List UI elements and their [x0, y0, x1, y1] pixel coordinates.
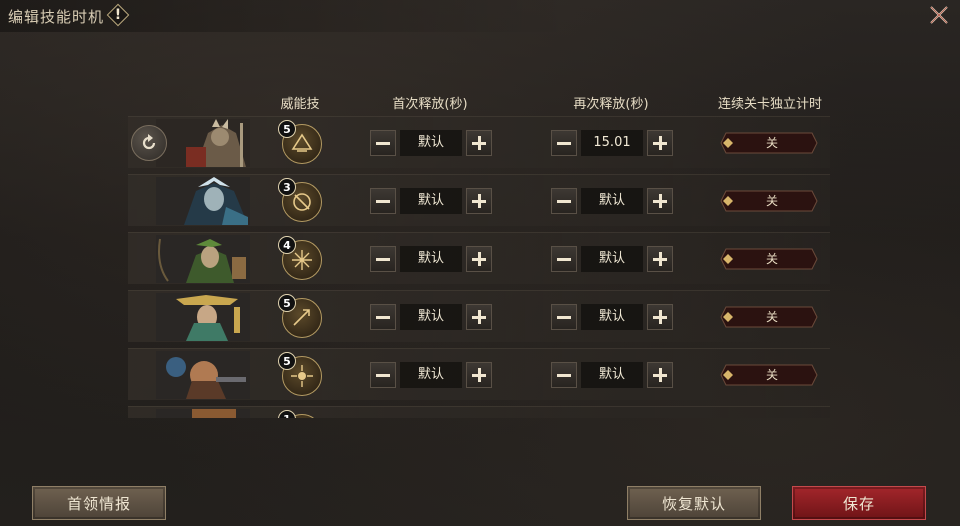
plus-icon[interactable]: [466, 362, 492, 388]
column-header-re-release: 再次释放(秒): [573, 97, 649, 112]
skill-icon[interactable]: 1: [278, 410, 324, 418]
minus-icon[interactable]: [551, 130, 577, 156]
column-header-independent-timer: 连续关卡独立计时: [717, 97, 823, 112]
skill-level-badge: 4: [278, 236, 296, 254]
first-release-value[interactable]: 默认: [400, 188, 462, 214]
plus-icon[interactable]: [647, 188, 673, 214]
re-release-stepper: 默认: [551, 362, 673, 388]
toggle-state-label: 关: [765, 252, 778, 266]
minus-icon[interactable]: [370, 362, 396, 388]
toggle-state-label: 关: [765, 194, 778, 208]
minus-icon[interactable]: [551, 304, 577, 330]
skill-icon[interactable]: 5: [278, 120, 324, 166]
hero-portrait[interactable]: [156, 177, 250, 225]
top-bar: [0, 0, 960, 32]
hero-row: 5 默认 默认 关: [128, 290, 830, 342]
skill-level-badge: 5: [278, 352, 296, 370]
re-release-stepper: 默认: [551, 304, 673, 330]
hero-row: 1: [128, 406, 830, 418]
skill-timing-list[interactable]: 5 默认 15.01 关 3 默认 默认 关 4 默认 默认 关 5 默认 默认…: [128, 114, 830, 418]
minus-icon[interactable]: [370, 130, 396, 156]
minus-icon[interactable]: [551, 188, 577, 214]
column-header-skill: 威能技: [280, 97, 320, 112]
skill-icon[interactable]: 5: [278, 352, 324, 398]
skill-icon[interactable]: 5: [278, 294, 324, 340]
boss-info-button[interactable]: 首领情报: [32, 486, 166, 520]
first-release-stepper: 默认: [370, 246, 492, 272]
plus-icon[interactable]: [466, 246, 492, 272]
first-release-value[interactable]: 默认: [400, 130, 462, 156]
plus-icon[interactable]: [647, 304, 673, 330]
hero-portrait[interactable]: [156, 409, 250, 418]
re-release-value[interactable]: 默认: [581, 188, 643, 214]
re-release-value[interactable]: 默认: [581, 246, 643, 272]
toggle-state-label: 关: [765, 310, 778, 324]
re-release-value[interactable]: 默认: [581, 362, 643, 388]
first-release-value[interactable]: 默认: [400, 304, 462, 330]
toggle-state-label: 关: [765, 368, 778, 382]
refresh-icon[interactable]: [131, 125, 167, 161]
plus-icon[interactable]: [647, 246, 673, 272]
hero-portrait[interactable]: [156, 235, 250, 283]
hero-row: 3 默认 默认 关: [128, 174, 830, 226]
plus-icon[interactable]: [647, 130, 673, 156]
independent-timer-toggle[interactable]: 关: [718, 364, 818, 386]
skill-level-badge: 1: [278, 410, 296, 418]
close-icon[interactable]: [928, 4, 950, 26]
plus-icon[interactable]: [647, 362, 673, 388]
warning-icon[interactable]: !: [106, 3, 130, 27]
first-release-stepper: 默认: [370, 188, 492, 214]
skill-level-badge: 5: [278, 294, 296, 312]
hero-row: 5 默认 默认 关: [128, 348, 830, 400]
minus-icon[interactable]: [551, 362, 577, 388]
independent-timer-toggle[interactable]: 关: [718, 190, 818, 212]
re-release-value[interactable]: 15.01: [581, 130, 643, 156]
plus-icon[interactable]: [466, 304, 492, 330]
toggle-state-label: 关: [765, 136, 778, 150]
hero-portrait[interactable]: [156, 293, 250, 341]
plus-icon[interactable]: [466, 130, 492, 156]
first-release-value[interactable]: 默认: [400, 362, 462, 388]
skill-icon[interactable]: 4: [278, 236, 324, 282]
plus-icon[interactable]: [466, 188, 492, 214]
re-release-value[interactable]: 默认: [581, 304, 643, 330]
minus-icon[interactable]: [551, 246, 577, 272]
hero-row: 4 默认 默认 关: [128, 232, 830, 284]
hero-row: 5 默认 15.01 关: [128, 116, 830, 168]
minus-icon[interactable]: [370, 304, 396, 330]
minus-icon[interactable]: [370, 188, 396, 214]
column-header-first-release: 首次释放(秒): [392, 97, 468, 112]
first-release-stepper: 默认: [370, 362, 492, 388]
restore-default-button[interactable]: 恢复默认: [627, 486, 761, 520]
hero-portrait[interactable]: [156, 351, 250, 399]
first-release-stepper: 默认: [370, 304, 492, 330]
re-release-stepper: 15.01: [551, 130, 673, 156]
first-release-stepper: 默认: [370, 130, 492, 156]
first-release-value[interactable]: 默认: [400, 246, 462, 272]
independent-timer-toggle[interactable]: 关: [718, 306, 818, 328]
re-release-stepper: 默认: [551, 188, 673, 214]
independent-timer-toggle[interactable]: 关: [718, 132, 818, 154]
skill-level-badge: 3: [278, 178, 296, 196]
save-button[interactable]: 保存: [792, 486, 926, 520]
re-release-stepper: 默认: [551, 246, 673, 272]
warning-mark: !: [114, 7, 122, 23]
page-title: 编辑技能时机: [8, 8, 105, 26]
skill-level-badge: 5: [278, 120, 296, 138]
hero-portrait[interactable]: [156, 119, 250, 167]
independent-timer-toggle[interactable]: 关: [718, 248, 818, 270]
minus-icon[interactable]: [370, 246, 396, 272]
skill-icon[interactable]: 3: [278, 178, 324, 224]
